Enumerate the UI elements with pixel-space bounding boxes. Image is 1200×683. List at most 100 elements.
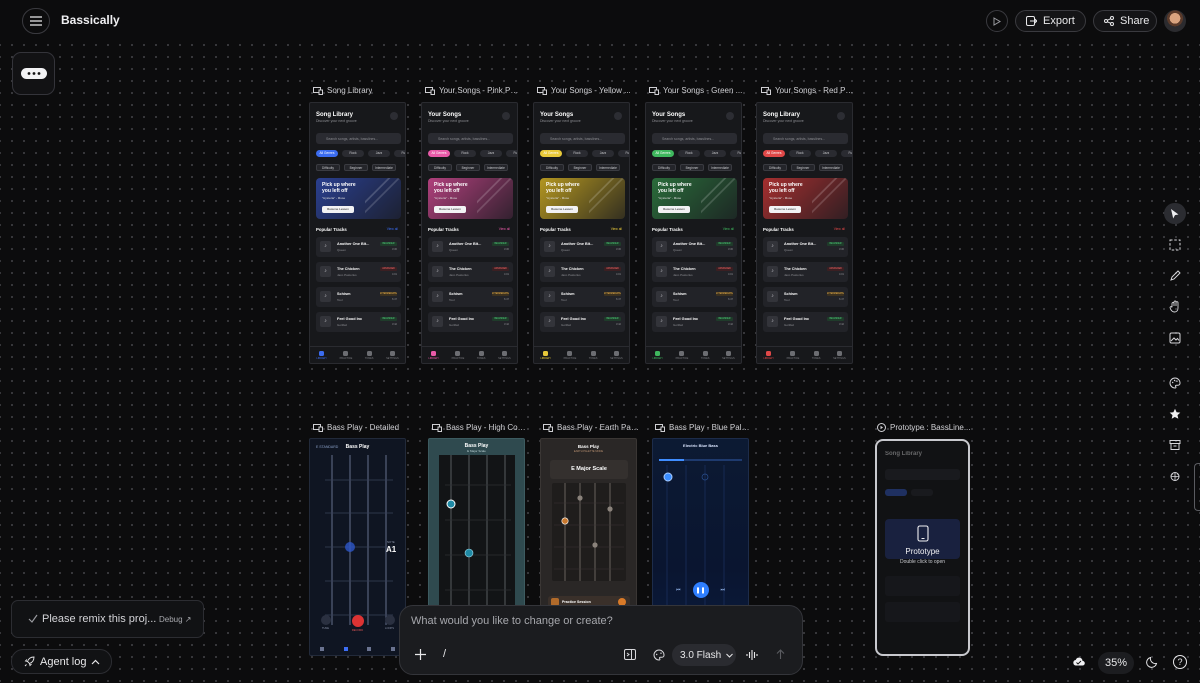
filter-chip[interactable]: Intermediate — [708, 164, 732, 171]
prototype-frame[interactable]: Song Library Prototype Double click to o… — [875, 439, 970, 656]
resume-lesson-button[interactable]: Resume Lesson — [769, 206, 801, 213]
resume-lesson-button[interactable]: Resume Lesson — [658, 206, 690, 213]
palette-icon[interactable] — [653, 649, 665, 661]
favorites-tool[interactable] — [1164, 403, 1186, 424]
filter-chip[interactable]: Intermediate — [596, 164, 620, 171]
track-row[interactable]: ♪ The Chicken Jaco Pastorius ADVANCED 4:… — [540, 262, 625, 282]
plus-icon[interactable] — [415, 649, 426, 660]
prompt-input[interactable]: What would you like to change or create? — [411, 615, 613, 627]
filter-chip[interactable]: Beginner — [568, 164, 592, 171]
track-row[interactable]: ♪ The Chicken Jaco Pastorius ADVANCED 4:… — [652, 262, 737, 282]
frame-label-song-library[interactable]: Song Library — [313, 86, 413, 95]
filter-chip[interactable]: Beginner — [344, 164, 368, 171]
canvas-scroll-handle[interactable] — [1194, 463, 1200, 511]
genre-chip[interactable]: Rock — [789, 150, 811, 157]
chat-panel-toggle[interactable] — [12, 52, 55, 95]
genre-chip[interactable]: Jazz — [480, 150, 502, 157]
view-all-link[interactable]: View all — [611, 227, 622, 231]
track-row[interactable]: ♪ Schism Tool INTERMEDIATE 6:47 — [316, 287, 401, 307]
nav-item[interactable]: PRACTICE — [340, 350, 352, 360]
nav-item[interactable]: PRACTICE — [564, 350, 576, 360]
nav-item[interactable]: TONES — [701, 350, 709, 360]
progress-track[interactable] — [659, 459, 742, 461]
filter-chip[interactable]: Difficulty — [652, 164, 676, 171]
frame-label-bass-detailed[interactable]: Bass Play - Detailed — [313, 423, 413, 432]
track-row[interactable]: ♪ Schism Tool INTERMEDIATE 6:47 — [652, 287, 737, 307]
search-input[interactable]: Search songs, artists, basslines... — [428, 133, 513, 144]
draw-tool[interactable] — [1164, 265, 1186, 286]
search-input[interactable]: Search songs, artists, basslines... — [316, 133, 401, 144]
track-row[interactable]: ♪ Schism Tool INTERMEDIATE 6:47 — [428, 287, 513, 307]
filter-chip[interactable]: Beginner — [456, 164, 480, 171]
filter-chip[interactable]: Beginner — [680, 164, 704, 171]
resume-lesson-button[interactable]: Resume Lesson — [322, 206, 354, 213]
genre-chip[interactable]: Funk — [506, 150, 517, 157]
track-row[interactable]: ♪ Feel Good Inc Gorillaz BEGINNER 3:42 — [652, 312, 737, 332]
resume-lesson-button[interactable]: Resume Lesson — [546, 206, 578, 213]
track-row[interactable]: ♪ Feel Good Inc Gorillaz BEGINNER 3:42 — [316, 312, 401, 332]
track-row[interactable]: ♪ Feel Good Inc Gorillaz BEGINNER 3:42 — [763, 312, 848, 332]
image-tool[interactable] — [1164, 327, 1186, 348]
nav-item[interactable]: SETTINGS — [498, 350, 511, 360]
genre-chip[interactable]: Jazz — [704, 150, 726, 157]
nav-item[interactable]: LIBRARY — [316, 350, 327, 360]
genre-chip[interactable]: Rock — [678, 150, 700, 157]
genre-chip[interactable]: Jazz — [592, 150, 614, 157]
nav-item[interactable]: TONES — [812, 350, 820, 360]
genre-chip[interactable]: All Genres — [763, 150, 785, 157]
previous-icon[interactable]: ⏮ — [676, 587, 681, 593]
resume-hero-card[interactable]: Pick up where you left off "Hysteria" - M… — [428, 178, 513, 219]
track-row[interactable]: ♪ Another One Bit... Queen BEGINNER 3:36 — [316, 237, 401, 257]
nav-item[interactable]: SETTINGS — [833, 350, 846, 360]
mic-icon[interactable] — [367, 647, 372, 651]
genre-chip[interactable]: All Genres — [652, 150, 674, 157]
filter-chip[interactable]: Difficulty — [428, 164, 452, 171]
filter-chip[interactable]: Difficulty — [763, 164, 787, 171]
share-button[interactable]: Share — [1093, 10, 1157, 32]
frame-label-bass-high-contrast[interactable]: Bass Play - High Con... — [432, 423, 528, 432]
select-tool[interactable] — [1164, 203, 1186, 224]
genre-chip[interactable]: Rock — [566, 150, 588, 157]
music-icon[interactable] — [343, 647, 348, 651]
theme-tool[interactable] — [1164, 372, 1186, 393]
export-button[interactable]: Export — [1015, 10, 1086, 32]
pause-icon[interactable]: ❚❚ — [692, 582, 709, 598]
model-selector[interactable]: 3.0 Flash — [672, 644, 736, 666]
track-row[interactable]: ♪ Another One Bit... Queen BEGINNER 3:36 — [428, 237, 513, 257]
nav-item[interactable]: TONES — [589, 350, 597, 360]
track-row[interactable]: ♪ The Chicken Jaco Pastorius ADVANCED 4:… — [316, 262, 401, 282]
send-arrow-icon[interactable] — [776, 649, 785, 660]
nav-item[interactable]: PRACTICE — [787, 350, 799, 360]
frame-label-green[interactable]: Your Songs - Green ... — [649, 86, 745, 95]
debug-tool[interactable] — [1164, 465, 1186, 486]
slash-command-button[interactable]: / — [443, 648, 446, 660]
frame-label-bass-earth[interactable]: Bass Play - Earth Pal... — [543, 423, 639, 432]
frame-label-pink[interactable]: Your Songs - Pink Pa... — [425, 86, 521, 95]
profile-icon[interactable] — [614, 112, 622, 120]
profile-icon[interactable] — [390, 112, 398, 120]
genre-chip[interactable]: Rock — [454, 150, 476, 157]
nav-item[interactable]: TONES — [365, 350, 373, 360]
help-icon[interactable]: ? — [1173, 655, 1187, 669]
dark-mode-icon[interactable] — [1146, 656, 1158, 668]
preview-play-button[interactable] — [986, 10, 1008, 32]
view-all-link[interactable]: View all — [834, 227, 845, 231]
yellow-palette-frame[interactable]: Your Songs Discover your next groove Searc… — [533, 102, 630, 364]
genre-chip[interactable]: Rock — [342, 150, 364, 157]
nav-item[interactable]: PRACTICE — [676, 350, 688, 360]
genre-chip[interactable]: All Genres — [428, 150, 450, 157]
filter-chip[interactable]: Intermediate — [819, 164, 843, 171]
track-row[interactable]: ♪ Schism Tool INTERMEDIATE 6:47 — [763, 287, 848, 307]
track-row[interactable]: ♪ Feel Good Inc Gorillaz BEGINNER 3:42 — [540, 312, 625, 332]
marquee-tool[interactable] — [1164, 234, 1186, 255]
nav-item[interactable]: SETTINGS — [610, 350, 623, 360]
loops-control[interactable]: LOOPS — [384, 615, 395, 632]
prototype-overlay[interactable]: Prototype Double click to open — [877, 525, 968, 565]
filter-chip[interactable]: Intermediate — [484, 164, 508, 171]
genre-chip[interactable]: All Genres — [316, 150, 338, 157]
panel-icon[interactable] — [624, 649, 636, 660]
nav-item[interactable]: PRACTICE — [452, 350, 464, 360]
track-row[interactable]: ♪ Another One Bit... Queen BEGINNER 3:36 — [763, 237, 848, 257]
cloud-saved-icon[interactable] — [1072, 657, 1085, 666]
track-row[interactable]: ♪ The Chicken Jaco Pastorius ADVANCED 4:… — [428, 262, 513, 282]
